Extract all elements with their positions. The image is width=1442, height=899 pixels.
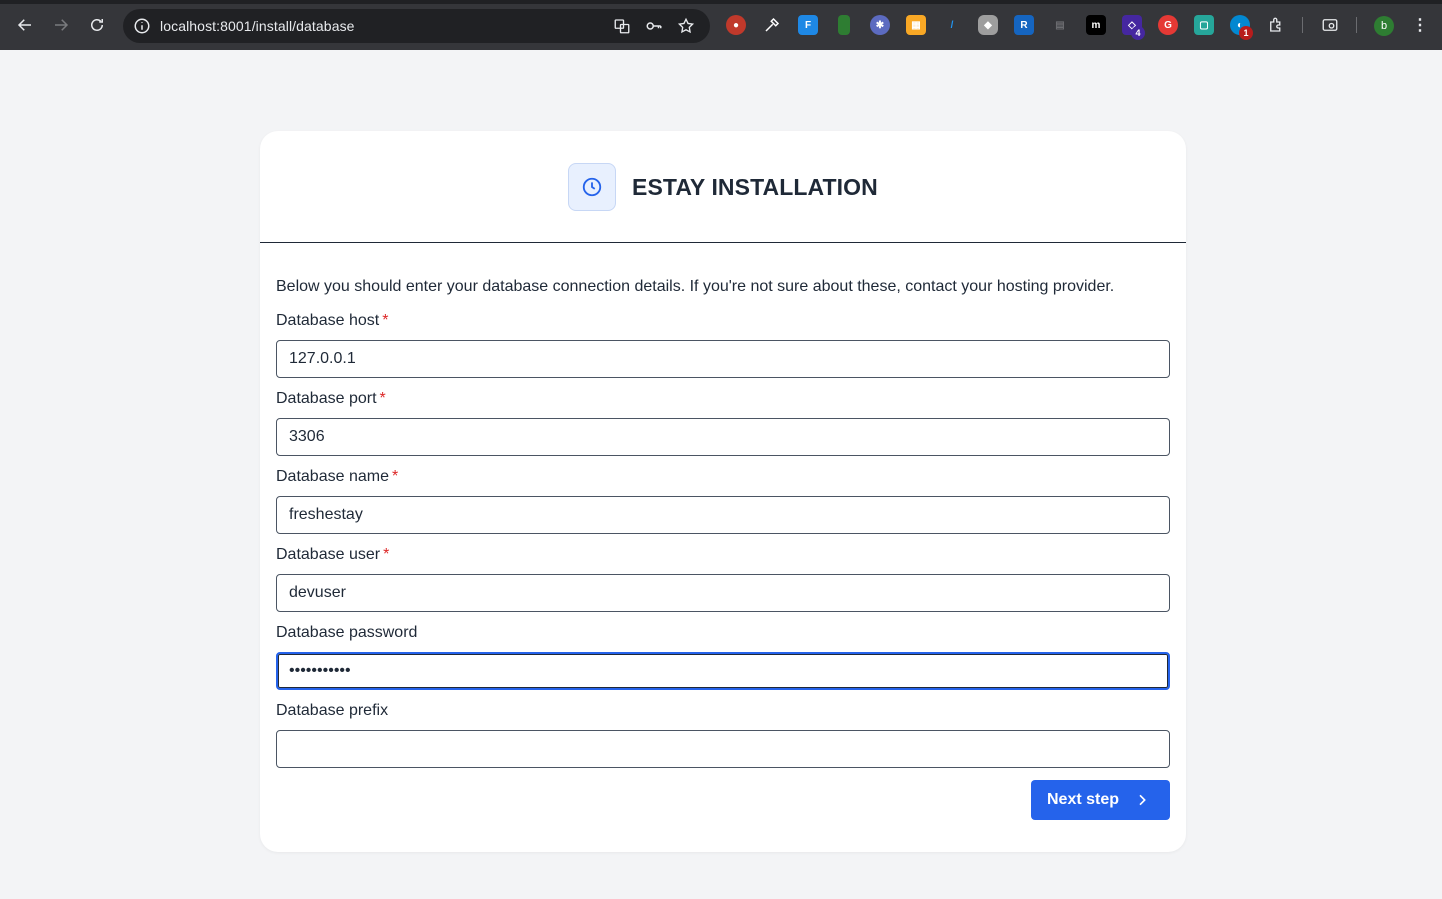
toolbar-divider xyxy=(1356,17,1357,33)
extension-icon[interactable]: ● xyxy=(726,15,746,35)
forward-icon[interactable] xyxy=(49,13,73,37)
clock-icon xyxy=(568,163,616,211)
database-name-label: Database name * xyxy=(276,468,399,485)
page-viewport: ESTAY INSTALLATION Below you should ente… xyxy=(0,50,1442,899)
required-marker: * xyxy=(382,312,389,329)
reload-icon[interactable] xyxy=(85,13,109,37)
required-marker: * xyxy=(391,468,399,485)
bookmark-star-icon[interactable] xyxy=(676,16,696,36)
extension-icon[interactable]: ▢ xyxy=(1194,15,1214,35)
chevron-right-icon xyxy=(1139,794,1146,806)
menu-kebab-icon[interactable]: ⋮ xyxy=(1410,15,1430,35)
reader-extension-icon[interactable]: ▤ xyxy=(1050,15,1070,35)
required-marker: * xyxy=(379,390,386,407)
image-extension-icon[interactable]: ▦ xyxy=(906,15,926,35)
extension-icon[interactable] xyxy=(838,15,850,35)
database-prefix-input[interactable] xyxy=(276,730,1170,768)
extensions-puzzle-icon[interactable] xyxy=(1266,15,1286,35)
gear-extension-icon[interactable]: ✱ xyxy=(870,15,890,35)
extension-icon[interactable]: G xyxy=(1158,15,1178,35)
password-key-icon[interactable] xyxy=(644,16,664,36)
back-icon[interactable] xyxy=(13,13,37,37)
database-host-label: Database host * xyxy=(276,312,389,329)
card-header: ESTAY INSTALLATION xyxy=(260,131,1186,243)
shield-extension-icon[interactable]: ◆ xyxy=(978,15,998,35)
extension-icon[interactable]: m xyxy=(1086,15,1106,35)
toolbar-divider xyxy=(1302,17,1303,33)
next-step-label: Next step xyxy=(1047,791,1120,808)
pen-extension-icon[interactable]: / xyxy=(942,15,962,35)
database-port-input[interactable] xyxy=(276,418,1170,456)
eyedropper-icon[interactable] xyxy=(762,15,782,35)
extension-f-icon[interactable]: F xyxy=(798,15,818,35)
database-user-label: Database user * xyxy=(276,546,390,563)
url-text[interactable]: localhost:8001/install/database xyxy=(160,18,355,34)
profile-avatar[interactable]: b xyxy=(1374,16,1394,36)
intro-text: Below you should enter your database con… xyxy=(276,278,1115,295)
tab-search-icon[interactable] xyxy=(1320,15,1340,35)
database-port-label: Database port * xyxy=(276,390,386,407)
database-user-input[interactable] xyxy=(276,574,1170,612)
installation-card: ESTAY INSTALLATION Below you should ente… xyxy=(260,131,1186,852)
database-password-input[interactable] xyxy=(276,652,1170,690)
site-info-icon[interactable] xyxy=(133,17,151,35)
database-host-input[interactable] xyxy=(276,340,1170,378)
next-step-button[interactable]: Next step xyxy=(1031,780,1170,820)
translate-icon[interactable] xyxy=(612,16,632,36)
database-name-input[interactable] xyxy=(276,496,1170,534)
tab-strip xyxy=(0,0,1442,4)
address-bar[interactable]: localhost:8001/install/database xyxy=(123,9,710,43)
database-prefix-label: Database prefix xyxy=(276,702,389,719)
page-title: ESTAY INSTALLATION xyxy=(632,174,878,200)
database-password-label: Database password xyxy=(276,624,418,641)
browser-toolbar: localhost:8001/install/database ● F ✱ ▦ … xyxy=(0,0,1442,50)
extension-badge: 1 xyxy=(1239,26,1253,40)
extension-icon[interactable]: R xyxy=(1014,15,1034,35)
extension-badge: 4 xyxy=(1131,26,1145,40)
required-marker: * xyxy=(383,546,390,563)
